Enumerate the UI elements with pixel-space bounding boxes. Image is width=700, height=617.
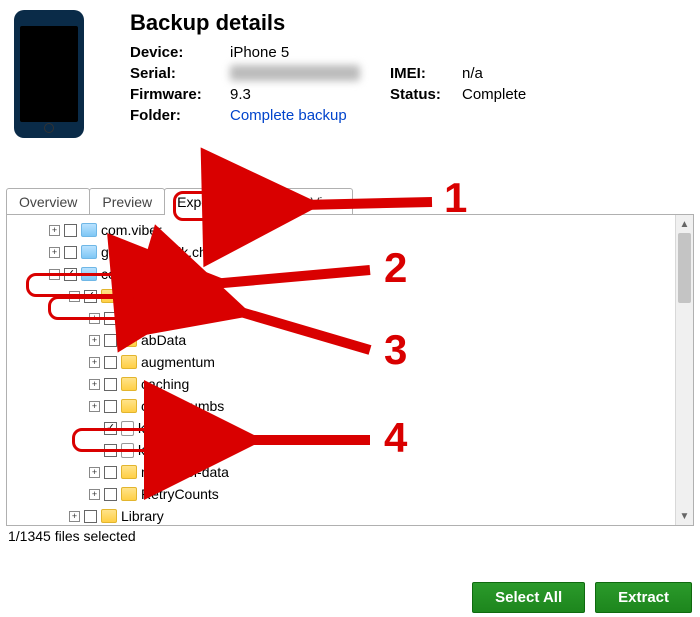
tree-row[interactable]: + abData: [13, 329, 675, 351]
collapse-icon[interactable]: -: [49, 269, 60, 280]
tab-preview[interactable]: Preview: [89, 188, 165, 215]
folder-icon: [81, 223, 97, 237]
folder-icon: [121, 465, 137, 479]
tree-row[interactable]: - com.kik.chat: [13, 263, 675, 285]
tab-expert-mode[interactable]: Expert Mode: [164, 188, 269, 215]
expand-icon[interactable]: +: [89, 357, 100, 368]
file-icon: [121, 421, 134, 436]
firmware-label: Firmware:: [130, 84, 230, 105]
scroll-down-icon[interactable]: ▼: [676, 507, 693, 525]
expand-icon[interactable]: +: [49, 247, 60, 258]
tree-row[interactable]: + Library: [13, 505, 675, 525]
status-value: Complete: [462, 84, 526, 105]
vertical-scrollbar[interactable]: ▲ ▼: [675, 215, 693, 525]
tab-overview[interactable]: Overview: [6, 188, 90, 215]
expand-icon[interactable]: +: [49, 225, 60, 236]
device-value: iPhone 5: [230, 42, 390, 63]
tree-checkbox[interactable]: [104, 444, 117, 457]
tree-item-label: Metrics: [141, 310, 186, 326]
tree-item-label: Library: [121, 508, 164, 524]
folder-icon: [101, 509, 117, 523]
expand-icon[interactable]: +: [89, 313, 100, 324]
folder-icon: [121, 377, 137, 391]
tree-checkbox[interactable]: [64, 246, 77, 259]
tree-checkbox[interactable]: [104, 488, 117, 501]
selection-status: 1/1345 files selected: [0, 526, 700, 546]
tree-checkbox[interactable]: [64, 268, 77, 281]
tree-item-label: abData: [141, 332, 186, 348]
tree-item-label: kik.sqlite-shm: [138, 442, 223, 458]
firmware-value: 9.3: [230, 84, 390, 105]
scroll-up-icon[interactable]: ▲: [676, 215, 693, 233]
tree-checkbox[interactable]: [64, 224, 77, 237]
file-icon: [121, 443, 134, 458]
tree-checkbox[interactable]: [104, 312, 117, 325]
scrollbar-thumb[interactable]: [678, 233, 691, 303]
expand-icon[interactable]: +: [89, 467, 100, 478]
select-all-button[interactable]: Select All: [472, 582, 585, 613]
folder-icon: [121, 487, 137, 501]
tree-checkbox[interactable]: [104, 334, 117, 347]
serial-label: Serial:: [130, 63, 230, 84]
folder-icon: [121, 333, 137, 347]
extract-button[interactable]: Extract: [595, 582, 692, 613]
status-label: Status:: [390, 84, 462, 105]
expand-icon[interactable]: +: [89, 335, 100, 346]
expand-icon[interactable]: +: [89, 489, 100, 500]
expand-icon[interactable]: +: [89, 401, 100, 412]
serial-value: XXXXXXXXXXXX: [230, 63, 390, 84]
tree-checkbox[interactable]: [104, 466, 117, 479]
imei-label: IMEI:: [390, 63, 462, 84]
tree-row[interactable]: - Documents: [13, 285, 675, 307]
folder-icon: [121, 399, 137, 413]
file-tree-panel: + com.viber + group.com.kik.chat - com.kik.ch…: [6, 214, 694, 526]
page-title: Backup details: [130, 10, 526, 36]
tree-item-label: kik.sqlite: [138, 420, 192, 436]
tree-row[interactable]: + caching: [13, 373, 675, 395]
device-thumbnail: [14, 10, 84, 138]
expand-icon[interactable]: +: [89, 379, 100, 390]
tree-item-label: com.kik.chat: [101, 266, 179, 282]
folder-link[interactable]: Complete backup: [230, 107, 347, 124]
tree-item-label: Documents: [121, 288, 192, 304]
tree-checkbox[interactable]: [104, 422, 117, 435]
folder-icon: [101, 289, 117, 303]
folder-icon: [81, 245, 97, 259]
folder-icon: [121, 311, 137, 325]
tab-app-view[interactable]: App View: [269, 188, 354, 215]
tree-row[interactable]: + convothumbs: [13, 395, 675, 417]
tree-row[interactable]: kik.sqlite: [13, 417, 675, 439]
tree-checkbox[interactable]: [104, 378, 117, 391]
tab-bar: Overview Preview Expert Mode App View: [0, 186, 700, 214]
tree-item-label: mixpanel-data: [141, 464, 229, 480]
tree-row[interactable]: + mixpanel-data: [13, 461, 675, 483]
tree-row[interactable]: + com.viber: [13, 219, 675, 241]
imei-value: n/a: [462, 63, 526, 84]
tree-row[interactable]: + augmentum: [13, 351, 675, 373]
tree-item-label: augmentum: [141, 354, 215, 370]
tree-row[interactable]: + Metrics: [13, 307, 675, 329]
folder-icon: [81, 267, 97, 281]
tree-row[interactable]: + group.com.kik.chat: [13, 241, 675, 263]
tree-item-label: RetryCounts: [141, 486, 219, 502]
tree-item-label: group.com.kik.chat: [101, 244, 219, 260]
expander-none: [89, 423, 100, 434]
device-label: Device:: [130, 42, 230, 63]
tree-checkbox[interactable]: [84, 290, 97, 303]
tree-item-label: com.viber: [101, 222, 162, 238]
tree-item-label: caching: [141, 376, 189, 392]
tree-row[interactable]: kik.sqlite-shm: [13, 439, 675, 461]
tree-checkbox[interactable]: [104, 400, 117, 413]
tree-checkbox[interactable]: [84, 510, 97, 523]
tree-item-label: convothumbs: [141, 398, 224, 414]
folder-icon: [121, 355, 137, 369]
expand-icon[interactable]: +: [69, 511, 80, 522]
tree-checkbox[interactable]: [104, 356, 117, 369]
folder-label: Folder:: [130, 105, 230, 126]
tree-row[interactable]: + RetryCounts: [13, 483, 675, 505]
collapse-icon[interactable]: -: [69, 291, 80, 302]
expander-none: [89, 445, 100, 456]
